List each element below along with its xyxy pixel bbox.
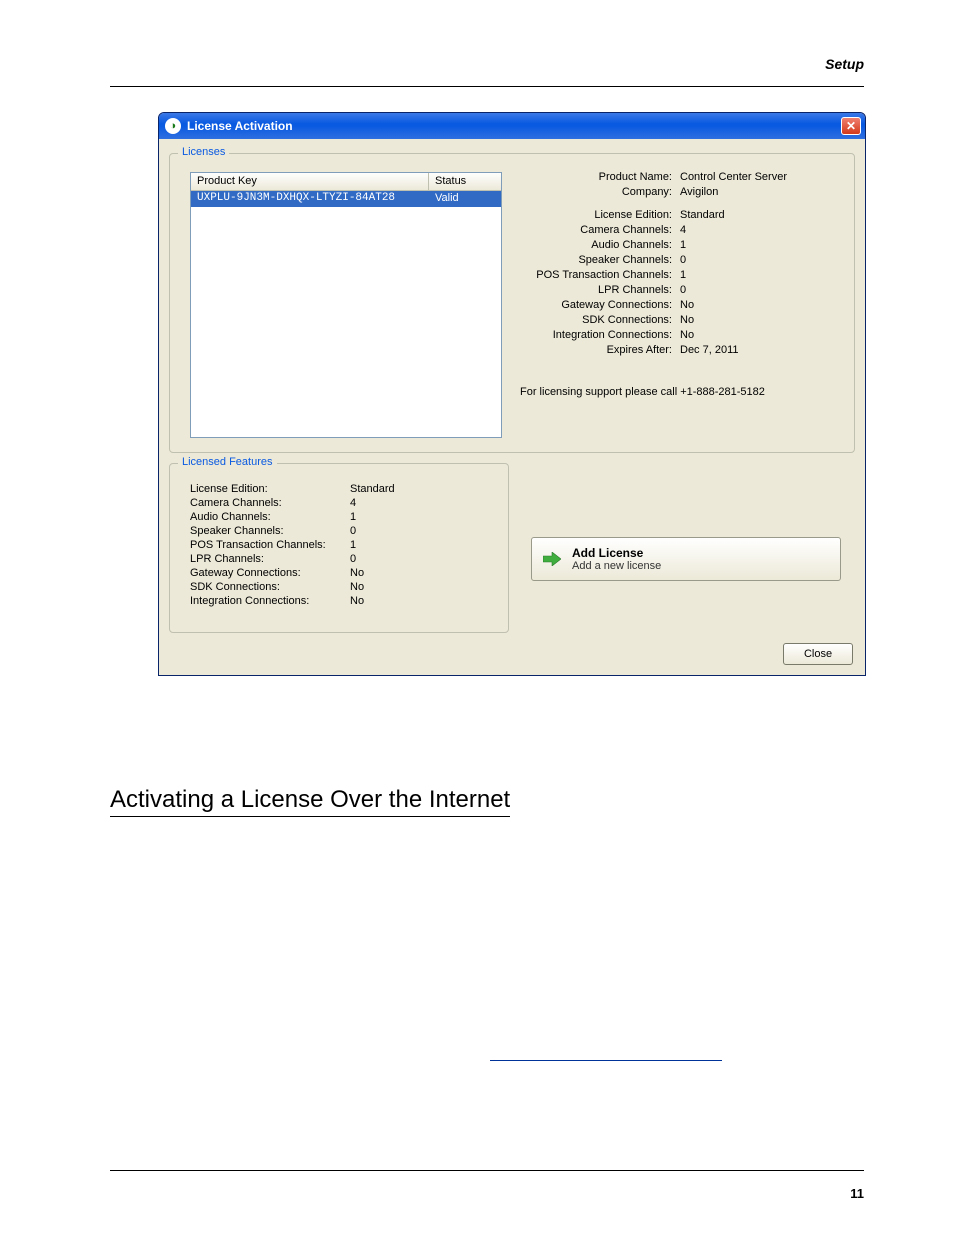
list-row[interactable]: UXPLU-9JN3M-DXHQX-LTYZI-84AT28 Valid bbox=[191, 191, 501, 207]
titlebar[interactable]: ◑ License Activation ✕ bbox=[159, 113, 865, 139]
app-icon: ◑ bbox=[165, 118, 181, 134]
license-details: Product Name:Control Center ServerCompan… bbox=[520, 170, 840, 398]
detail-value: 0 bbox=[680, 253, 840, 268]
feature-label: Gateway Connections: bbox=[190, 566, 350, 580]
feature-row: License Edition:Standard bbox=[190, 482, 430, 496]
detail-row: Integration Connections:No bbox=[520, 328, 840, 343]
detail-value: No bbox=[680, 313, 840, 328]
license-activation-dialog: ◑ License Activation ✕ Licenses Product … bbox=[158, 112, 866, 676]
feature-label: Integration Connections: bbox=[190, 594, 350, 608]
detail-value: Avigilon bbox=[680, 185, 840, 200]
add-license-subtitle: Add a new license bbox=[572, 560, 661, 572]
feature-value: 1 bbox=[350, 538, 430, 552]
page: Setup ◑ License Activation ✕ Licenses Pr… bbox=[0, 0, 954, 1235]
add-license-button[interactable]: Add License Add a new license bbox=[531, 537, 841, 581]
feature-label: SDK Connections: bbox=[190, 580, 350, 594]
detail-label: Audio Channels: bbox=[520, 238, 680, 253]
feature-label: Speaker Channels: bbox=[190, 524, 350, 538]
detail-row: Product Name:Control Center Server bbox=[520, 170, 840, 185]
detail-row: LPR Channels:0 bbox=[520, 283, 840, 298]
detail-row: Company:Avigilon bbox=[520, 185, 840, 200]
detail-label: LPR Channels: bbox=[520, 283, 680, 298]
feature-row: Gateway Connections:No bbox=[190, 566, 430, 580]
feature-label: POS Transaction Channels: bbox=[190, 538, 350, 552]
feature-row: POS Transaction Channels:1 bbox=[190, 538, 430, 552]
detail-row: SDK Connections:No bbox=[520, 313, 840, 328]
features-legend: Licensed Features bbox=[178, 456, 277, 468]
detail-value: 1 bbox=[680, 268, 840, 283]
link-underline bbox=[490, 1060, 722, 1061]
feature-value: 4 bbox=[350, 496, 430, 510]
header-rule bbox=[110, 86, 864, 87]
window-title: License Activation bbox=[187, 119, 293, 133]
detail-label: POS Transaction Channels: bbox=[520, 268, 680, 283]
col-status[interactable]: Status bbox=[429, 173, 501, 190]
features-table: License Edition:StandardCamera Channels:… bbox=[190, 482, 430, 608]
detail-value: Control Center Server bbox=[680, 170, 840, 185]
feature-value: No bbox=[350, 580, 430, 594]
licenses-legend: Licenses bbox=[178, 146, 229, 158]
close-icon[interactable]: ✕ bbox=[841, 117, 861, 135]
cell-status: Valid bbox=[429, 191, 501, 207]
detail-value: Dec 7, 2011 bbox=[680, 343, 840, 358]
detail-value: 0 bbox=[680, 283, 840, 298]
feature-label: Audio Channels: bbox=[190, 510, 350, 524]
feature-value: No bbox=[350, 566, 430, 580]
detail-row: Expires After:Dec 7, 2011 bbox=[520, 343, 840, 358]
detail-label: Company: bbox=[520, 185, 680, 200]
feature-value: Standard bbox=[350, 482, 430, 496]
detail-value: Standard bbox=[680, 208, 840, 223]
feature-label: License Edition: bbox=[190, 482, 350, 496]
feature-value: 1 bbox=[350, 510, 430, 524]
detail-row: License Edition:Standard bbox=[520, 208, 840, 223]
col-product-key[interactable]: Product Key bbox=[191, 173, 429, 190]
dialog-body: Licenses Product Key Status UXPLU-9JN3M-… bbox=[159, 139, 865, 675]
feature-row: Integration Connections:No bbox=[190, 594, 430, 608]
page-header-label: Setup bbox=[825, 56, 864, 72]
support-note: For licensing support please call +1-888… bbox=[520, 386, 840, 398]
product-key-list[interactable]: Product Key Status UXPLU-9JN3M-DXHQX-LTY… bbox=[190, 172, 502, 438]
list-header: Product Key Status bbox=[191, 173, 501, 191]
detail-label: Integration Connections: bbox=[520, 328, 680, 343]
feature-label: Camera Channels: bbox=[190, 496, 350, 510]
detail-label: Expires After: bbox=[520, 343, 680, 358]
detail-value: No bbox=[680, 298, 840, 313]
detail-value: 1 bbox=[680, 238, 840, 253]
detail-label: License Edition: bbox=[520, 208, 680, 223]
feature-value: 0 bbox=[350, 524, 430, 538]
detail-row: Gateway Connections:No bbox=[520, 298, 840, 313]
detail-label: Gateway Connections: bbox=[520, 298, 680, 313]
cell-product-key: UXPLU-9JN3M-DXHQX-LTYZI-84AT28 bbox=[191, 191, 429, 207]
detail-label: Speaker Channels: bbox=[520, 253, 680, 268]
detail-value: 4 bbox=[680, 223, 840, 238]
arrow-right-icon bbox=[542, 549, 562, 569]
feature-row: Camera Channels:4 bbox=[190, 496, 430, 510]
detail-row: Audio Channels:1 bbox=[520, 238, 840, 253]
feature-row: SDK Connections:No bbox=[190, 580, 430, 594]
feature-row: Speaker Channels:0 bbox=[190, 524, 430, 538]
feature-row: LPR Channels:0 bbox=[190, 552, 430, 566]
detail-value: No bbox=[680, 328, 840, 343]
feature-label: LPR Channels: bbox=[190, 552, 350, 566]
feature-value: No bbox=[350, 594, 430, 608]
detail-row: Camera Channels:4 bbox=[520, 223, 840, 238]
detail-label: SDK Connections: bbox=[520, 313, 680, 328]
detail-label: Product Name: bbox=[520, 170, 680, 185]
close-button[interactable]: Close bbox=[783, 643, 853, 665]
feature-value: 0 bbox=[350, 552, 430, 566]
page-number: 11 bbox=[850, 1186, 864, 1201]
footer-rule bbox=[110, 1170, 864, 1171]
licenses-group: Licenses Product Key Status UXPLU-9JN3M-… bbox=[169, 153, 855, 453]
detail-label: Camera Channels: bbox=[520, 223, 680, 238]
section-heading: Activating a License Over the Internet bbox=[110, 786, 510, 817]
detail-row: POS Transaction Channels:1 bbox=[520, 268, 840, 283]
add-license-title: Add License bbox=[572, 546, 661, 560]
detail-row: Speaker Channels:0 bbox=[520, 253, 840, 268]
licensed-features-group: Licensed Features License Edition:Standa… bbox=[169, 463, 509, 633]
feature-row: Audio Channels:1 bbox=[190, 510, 430, 524]
